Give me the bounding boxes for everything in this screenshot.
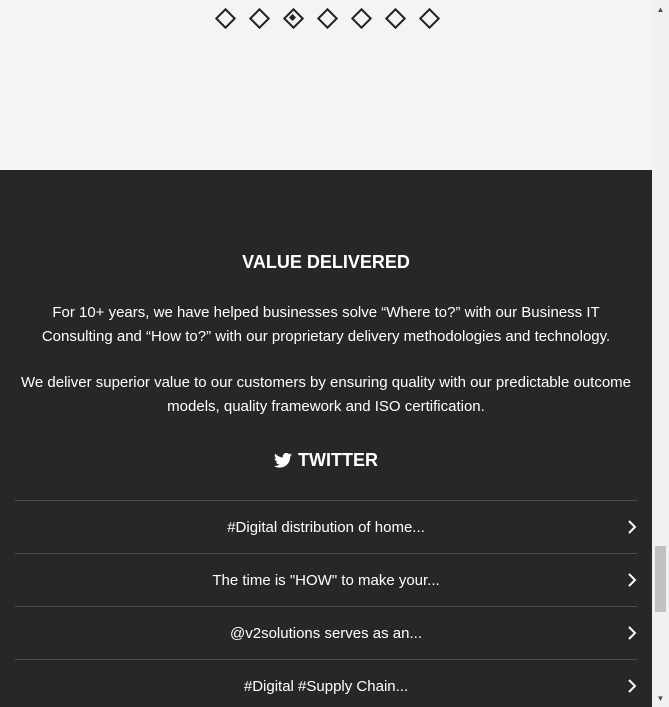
chevron-right-icon [628, 679, 637, 693]
value-delivered-title: VALUE DELIVERED [242, 252, 410, 272]
footer-dark-section: VALUE DELIVERED For 10+ years, we have h… [0, 170, 652, 707]
tweet-text: #Digital distribution of home... [227, 518, 425, 536]
twitter-bird-icon [274, 453, 292, 468]
twitter-heading: TWITTER [0, 450, 652, 471]
tweet-text: @v2solutions serves as an... [230, 624, 422, 642]
twitter-heading-label: TWITTER [298, 450, 378, 470]
tweet-text: The time is "HOW" to make your... [212, 571, 440, 589]
value-paragraph-2: We deliver superior value to our custome… [20, 374, 632, 415]
chevron-right-icon [628, 520, 637, 534]
content: VALUE DELIVERED For 10+ years, we have h… [0, 0, 652, 707]
scrollbar-thumb[interactable] [655, 546, 666, 612]
carousel-dot-6[interactable] [384, 7, 404, 27]
vertical-scrollbar[interactable]: ▲ ▼ [652, 0, 669, 707]
tweet-item[interactable]: #Digital #Supply Chain... [15, 659, 637, 707]
carousel-dot-7[interactable] [418, 7, 438, 27]
scroll-up-arrow-icon[interactable]: ▲ [652, 2, 669, 16]
carousel-dot-4[interactable] [316, 7, 336, 27]
tweet-text: #Digital #Supply Chain... [243, 677, 409, 695]
scroll-down-arrow-icon[interactable]: ▼ [652, 691, 669, 705]
chevron-right-icon [628, 573, 637, 587]
tweet-item[interactable]: @v2solutions serves as an... [15, 606, 637, 659]
chevron-right-icon [628, 626, 637, 640]
carousel-dot-1[interactable] [214, 7, 234, 27]
carousel-pagination [0, 7, 652, 27]
carousel-section [0, 0, 652, 170]
carousel-dot-2[interactable] [248, 7, 268, 27]
page: VALUE DELIVERED For 10+ years, we have h… [0, 0, 669, 707]
carousel-dot-5[interactable] [350, 7, 370, 27]
tweet-item[interactable]: #Digital distribution of home... [15, 500, 637, 553]
tweet-list: #Digital distribution of home... The tim… [15, 500, 637, 707]
tweet-item[interactable]: The time is "HOW" to make your... [15, 553, 637, 606]
value-paragraph-1: For 10+ years, we have helped businesses… [41, 304, 611, 345]
carousel-dot-3-active[interactable] [282, 7, 302, 27]
